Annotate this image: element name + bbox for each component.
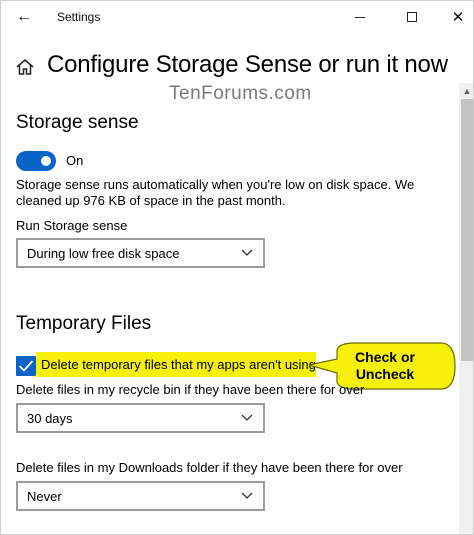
storage-sense-heading: Storage sense xyxy=(16,112,139,133)
downloads-value: Never xyxy=(27,489,62,504)
toggle-state-label: On xyxy=(66,153,84,168)
window-title: Settings xyxy=(57,10,101,24)
temporary-files-heading: Temporary Files xyxy=(16,313,152,334)
run-storage-sense-dropdown[interactable]: During low free disk space xyxy=(16,238,265,268)
delete-temp-files-label[interactable]: Delete temporary files that my apps aren… xyxy=(41,357,316,372)
title-bar: ← Settings ✕ xyxy=(1,1,473,33)
close-icon: ✕ xyxy=(451,9,465,26)
callout-line-2: Uncheck xyxy=(355,366,415,382)
toggle-knob xyxy=(41,156,51,166)
storage-sense-description: Storage sense runs automatically when yo… xyxy=(16,177,415,208)
delete-temp-files-highlight: Delete temporary files that my apps aren… xyxy=(36,352,316,377)
back-arrow-icon[interactable]: ← xyxy=(1,1,47,33)
maximize-icon xyxy=(407,12,417,22)
checkmark-icon xyxy=(18,360,34,372)
recycle-bin-dropdown[interactable]: 30 days xyxy=(16,403,265,433)
downloads-dropdown[interactable]: Never xyxy=(16,481,265,511)
recycle-bin-value: 30 days xyxy=(27,411,73,426)
settings-window: ← Settings ✕ Configure Storage Sense or … xyxy=(0,0,474,535)
chevron-down-icon xyxy=(241,492,253,499)
watermark: TenForums.com xyxy=(169,83,312,104)
run-storage-sense-value: During low free disk space xyxy=(27,246,180,261)
scroll-up-icon[interactable]: ▲ xyxy=(459,83,473,99)
downloads-label: Delete files in my Downloads folder if t… xyxy=(16,460,403,475)
recycle-bin-label: Delete files in my recycle bin if they h… xyxy=(16,382,365,397)
delete-temp-files-checkbox[interactable] xyxy=(16,356,36,376)
maximize-button[interactable] xyxy=(389,1,435,33)
page-title: Configure Storage Sense or run it now xyxy=(47,51,448,78)
minimize-button[interactable] xyxy=(337,1,383,33)
minimize-icon xyxy=(355,16,365,18)
storage-sense-toggle[interactable] xyxy=(16,151,56,171)
callout-line-1: Check or xyxy=(355,349,415,365)
callout-text: Check or Uncheck xyxy=(339,349,431,383)
run-storage-sense-label: Run Storage sense xyxy=(16,218,128,233)
close-button[interactable]: ✕ xyxy=(435,1,473,33)
chevron-down-icon xyxy=(241,249,253,256)
chevron-down-icon xyxy=(241,414,253,421)
home-icon[interactable] xyxy=(15,57,35,77)
vertical-scrollbar[interactable]: ▲ xyxy=(459,83,473,534)
scroll-thumb[interactable] xyxy=(461,99,473,361)
